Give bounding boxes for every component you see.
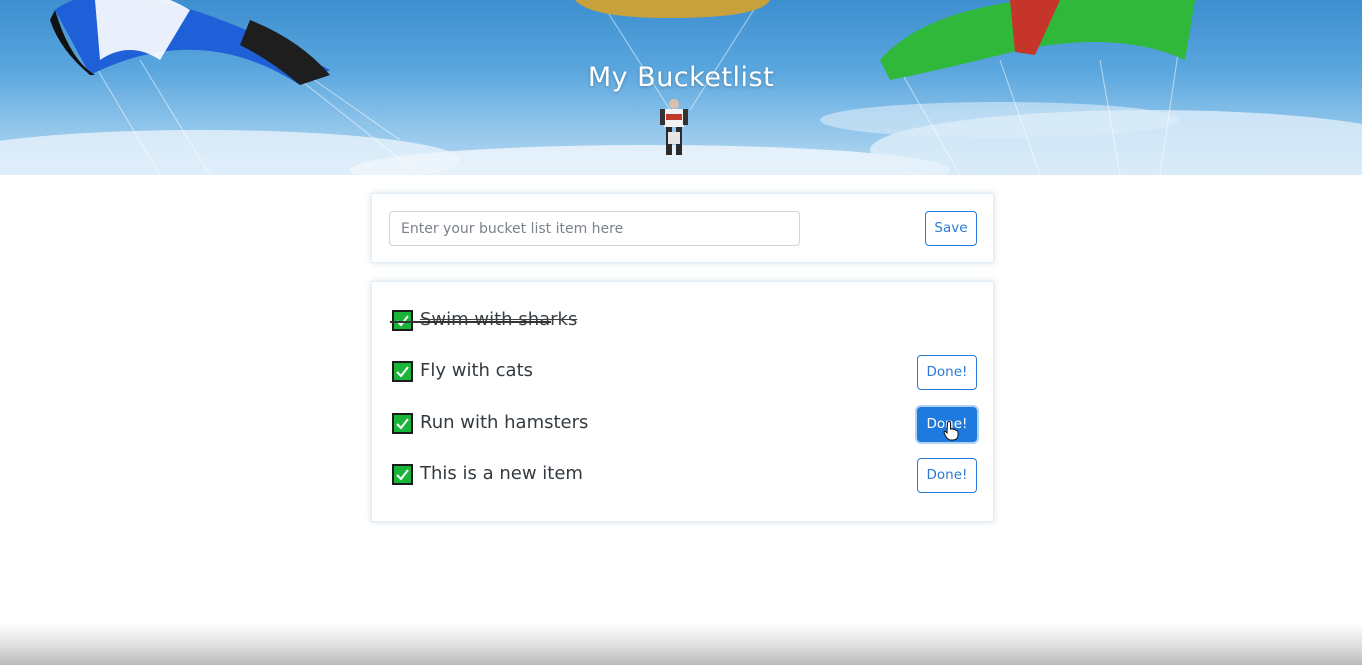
checkbox-checked-icon[interactable]: [392, 361, 413, 382]
checkbox-checked-icon[interactable]: [392, 464, 413, 485]
done-button[interactable]: Done!: [917, 355, 977, 390]
add-item-card: Save: [371, 193, 994, 263]
bucket-list-card: Swim with sharks Fly with cats Done! Run…: [371, 281, 994, 522]
list-item: This is a new item Done!: [390, 458, 977, 494]
list-item-label: This is a new item: [420, 463, 583, 484]
list-item: Swim with sharks: [390, 304, 977, 340]
bucket-item-input[interactable]: [389, 211, 800, 246]
list-item-label: Fly with cats: [420, 360, 534, 381]
bottom-fade: [0, 623, 1362, 665]
checkbox-checked-icon[interactable]: [392, 413, 413, 434]
page-title: My Bucketlist: [587, 62, 775, 93]
save-button[interactable]: Save: [925, 211, 977, 246]
strikethrough-line: [390, 321, 551, 323]
done-button[interactable]: Done!: [917, 458, 977, 493]
list-item-label: Swim with sharks: [420, 309, 578, 330]
list-item-label: Run with hamsters: [420, 412, 589, 433]
done-button[interactable]: Done!: [917, 407, 977, 442]
list-item: Fly with cats Done!: [390, 355, 977, 391]
list-item: Run with hamsters Done!: [390, 407, 977, 443]
hero-banner: My Bucketlist: [0, 0, 1362, 175]
